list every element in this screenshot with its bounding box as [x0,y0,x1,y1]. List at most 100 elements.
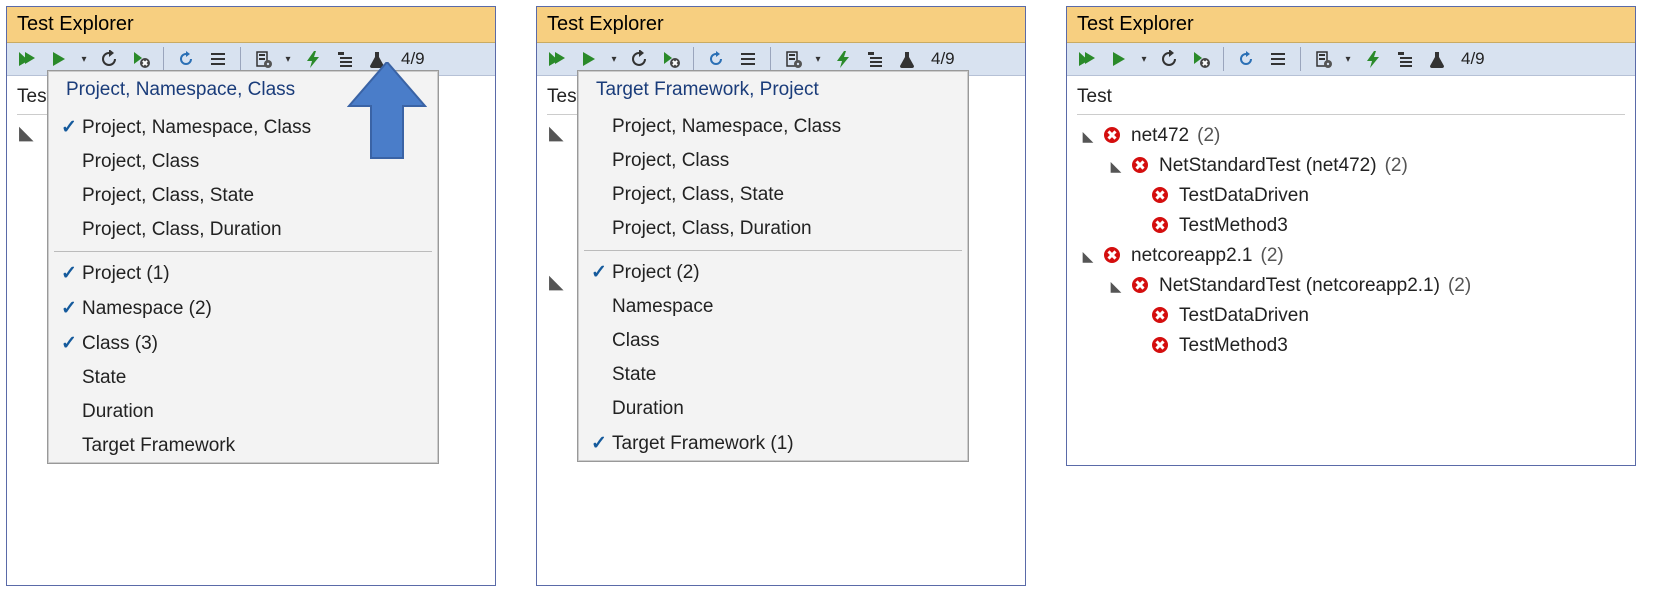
test-explorer-panel: Test Explorer ▾ ▾ 4/9 Test ◣ Project, Na… [6,6,496,586]
tree-node-count: (2) [1385,155,1408,177]
group-by-menu-item[interactable]: ✓Target Framework (1) [578,426,968,461]
toolbar-separator [693,47,694,71]
run-dropdown[interactable]: ▾ [1139,54,1149,65]
group-by-menu-item[interactable]: State [48,361,438,395]
group-by-menu-item[interactable]: Target Framework [48,429,438,463]
test-failed-icon [1103,126,1123,146]
run-dropdown[interactable]: ▾ [609,54,619,65]
group-by-menu: Target Framework, Project Project, Names… [577,70,969,462]
tree-row[interactable]: TestDataDriven [1081,301,1621,331]
check-icon: ✓ [56,262,82,285]
playlist-button[interactable] [206,47,230,71]
toolbar-separator [1300,47,1301,71]
run-after-build-button[interactable] [1361,47,1385,71]
group-by-menu-item[interactable]: Duration [48,395,438,429]
expander-icon[interactable]: ◣ [1109,278,1123,295]
tree-node-label: netcoreapp2.1 [1131,245,1253,267]
tree-node-label: TestMethod3 [1179,335,1288,357]
menu-separator [54,251,432,252]
settings-dropdown[interactable]: ▾ [1343,54,1353,65]
tree-row[interactable]: ◣ NetStandardTest (net472) (2) [1081,151,1621,181]
test-explorer-panel: Test Explorer ▾ ▾ 4/9 Test ◣ ◣ Target Fr… [536,6,1026,586]
tree-row[interactable]: TestMethod3 [1081,331,1621,361]
expander-icon[interactable]: ◣ [1081,128,1095,145]
group-by-menu-item[interactable]: Project, Class, State [48,179,438,213]
toolbar-separator [770,47,771,71]
group-by-menu-item[interactable]: Project, Class [578,144,968,178]
settings-dropdown[interactable]: ▾ [283,54,293,65]
tree-node-label: TestMethod3 [1179,215,1288,237]
group-by-menu-item[interactable]: State [578,358,968,392]
check-icon: ✓ [56,332,82,355]
group-by-menu-item[interactable]: Class [578,324,968,358]
refresh-button[interactable] [704,47,728,71]
tree-row[interactable]: TestDataDriven [1081,181,1621,211]
check-icon: ✓ [56,116,82,139]
check-icon: ✓ [586,261,612,284]
run-dropdown[interactable]: ▾ [79,54,89,65]
tree-row[interactable]: TestMethod3 [1081,211,1621,241]
group-by-menu-item[interactable]: ✓Class (3) [48,326,438,361]
group-by-menu-item[interactable]: Project, Class, Duration [578,212,968,246]
tree-node-count: (2) [1448,275,1471,297]
test-failed-icon [1103,246,1123,266]
group-by-menu-item[interactable]: Duration [578,392,968,426]
test-failed-icon [1131,276,1151,296]
test-flask-icon [895,47,919,71]
expander-icon[interactable]: ◣ [1081,248,1095,265]
repeat-last-run-button[interactable] [1157,47,1181,71]
group-by-menu-item[interactable]: ✓Project (1) [48,256,438,291]
menu-separator [584,250,962,251]
run-button[interactable] [577,47,601,71]
run-failed-button[interactable] [129,47,153,71]
test-summary-count: 4/9 [927,49,959,69]
refresh-button[interactable] [1234,47,1258,71]
settings-button[interactable] [1311,47,1335,71]
settings-button[interactable] [781,47,805,71]
tree-node-label: TestDataDriven [1179,185,1309,207]
group-by-menu-item[interactable]: Project, Class, Duration [48,213,438,247]
group-by-button[interactable] [863,47,887,71]
run-all-button[interactable] [15,47,39,71]
repeat-last-run-button[interactable] [97,47,121,71]
playlist-button[interactable] [1266,47,1290,71]
refresh-button[interactable] [174,47,198,71]
group-by-menu-item[interactable]: Project, Class, State [578,178,968,212]
toolbar: ▾ ▾ 4/9 [1067,43,1635,76]
tree-row[interactable]: ◣NetStandardTest (netcoreapp2.1) (2) [1081,271,1621,301]
menu-item-label: Duration [612,398,684,420]
playlist-button[interactable] [736,47,760,71]
expander-icon[interactable]: ◣ [1109,158,1123,175]
menu-item-label: Project, Class, Duration [612,218,812,240]
toolbar-separator [163,47,164,71]
menu-item-label: State [612,364,656,386]
run-all-button[interactable] [545,47,569,71]
run-failed-button[interactable] [1189,47,1213,71]
tree-row[interactable]: ◣netcoreapp2.1 (2) [1081,241,1621,271]
menu-item-label: Class [612,330,660,352]
group-by-menu-item[interactable]: ✓Namespace (2) [48,291,438,326]
check-icon: ✓ [586,432,612,455]
group-by-menu-item[interactable]: Namespace [578,290,968,324]
repeat-last-run-button[interactable] [627,47,651,71]
panel-body: Test ◣net472 (2)◣NetStandardTest (net472… [1067,76,1635,377]
menu-item-label: Project (1) [82,263,170,285]
menu-item-label: Namespace [612,296,713,318]
check-icon: ✓ [56,297,82,320]
settings-dropdown[interactable]: ▾ [813,54,823,65]
tree-row[interactable]: ◣net472 (2) [1081,121,1621,151]
group-by-button[interactable] [1393,47,1417,71]
run-button[interactable] [47,47,71,71]
group-by-menu-item[interactable]: Project, Namespace, Class [578,110,968,144]
run-all-button[interactable] [1075,47,1099,71]
panel-title: Test Explorer [537,7,1025,43]
run-button[interactable] [1107,47,1131,71]
run-after-build-button[interactable] [301,47,325,71]
group-by-menu-item[interactable]: ✓Project (2) [578,255,968,290]
test-failed-icon [1151,336,1171,356]
run-failed-button[interactable] [659,47,683,71]
menu-item-label: Project, Class [82,151,199,173]
tree-node-label: NetStandardTest (net472) [1159,155,1377,177]
run-after-build-button[interactable] [831,47,855,71]
settings-button[interactable] [251,47,275,71]
